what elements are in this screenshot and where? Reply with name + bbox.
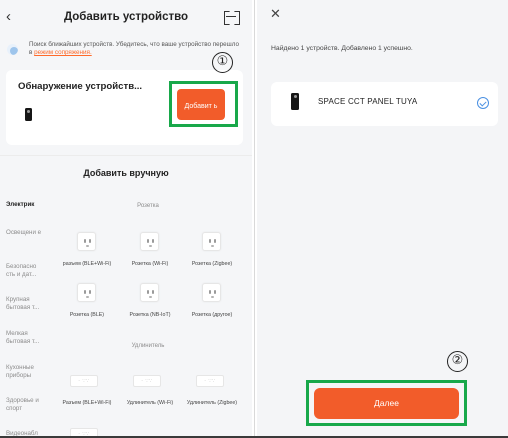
socket-icon[interactable] [202,283,221,302]
product-label[interactable]: Розетка (другое) [186,312,238,319]
annotation-highlight-add [169,81,238,127]
socket-icon[interactable] [140,232,159,251]
result-screen [257,0,508,438]
product-label[interactable]: разъем (BLE+Wi-Fi) [61,261,113,268]
product-label[interactable]: Розетка (BLE) [61,312,113,319]
screen-divider-line [254,0,255,438]
power-strip-icon[interactable]: · ∵∵ [196,375,224,387]
category-electric[interactable]: Электрик [6,201,46,209]
device-icon [291,93,299,110]
power-strip-icon[interactable]: · ∵∵ [70,375,98,387]
socket-icon[interactable] [140,283,159,302]
product-label[interactable]: Розетка (Wi-Fi) [124,261,176,268]
category-security[interactable]: Безопасно сть и дат... [6,263,46,279]
page-title: Добавить устройство [63,11,189,23]
product-label[interactable]: Розетка (NB-IoT) [124,312,176,319]
section-socket-title: Розетка [137,203,159,209]
check-icon [477,97,489,109]
product-label[interactable]: Разъем (BLE+Wi-Fi) [61,400,113,407]
category-health-sport[interactable]: Здоровье и спорт [6,397,46,413]
socket-icon[interactable] [202,232,221,251]
product-label[interactable]: Удлинитель (Zigbee) [186,400,238,407]
scan-icon[interactable] [224,11,238,23]
next-button[interactable]: Далее [314,388,459,419]
result-message: Найдено 1 устройств. Добавлено 1 успешно… [271,45,413,52]
annotation-step-2: ② [447,351,468,372]
close-icon[interactable]: ✕ [270,6,281,22]
divider [0,155,252,156]
device-thumbnail-icon [25,108,32,121]
category-lighting[interactable]: Освещени е [6,229,46,237]
section-extender-title: Удлинитель [131,343,165,349]
category-small-appliances[interactable]: Мелкая бытовая т... [6,330,46,346]
pairing-mode-link[interactable]: режим сопряжения. [34,49,92,56]
pairing-hint: Поиск ближайших устройств. Убедитесь, чт… [29,41,244,57]
scanning-icon [7,44,18,55]
product-label[interactable]: Розетка (Zigbee) [186,261,238,268]
discovery-title: Обнаружение устройств... [18,81,143,92]
device-name: SPACE CCT PANEL TUYA [318,97,418,106]
product-label[interactable]: Удлинитель (Wi-Fi) [124,400,176,407]
socket-icon[interactable] [77,283,96,302]
annotation-step-1: ① [212,52,233,73]
category-kitchen[interactable]: Кухонные приборы [6,364,46,380]
category-large-appliances[interactable]: Крупная бытовая т... [6,296,46,312]
power-strip-icon[interactable]: · ∵∵ [133,375,161,387]
manual-add-title: Добавить вручную [83,168,169,178]
socket-icon[interactable] [77,232,96,251]
